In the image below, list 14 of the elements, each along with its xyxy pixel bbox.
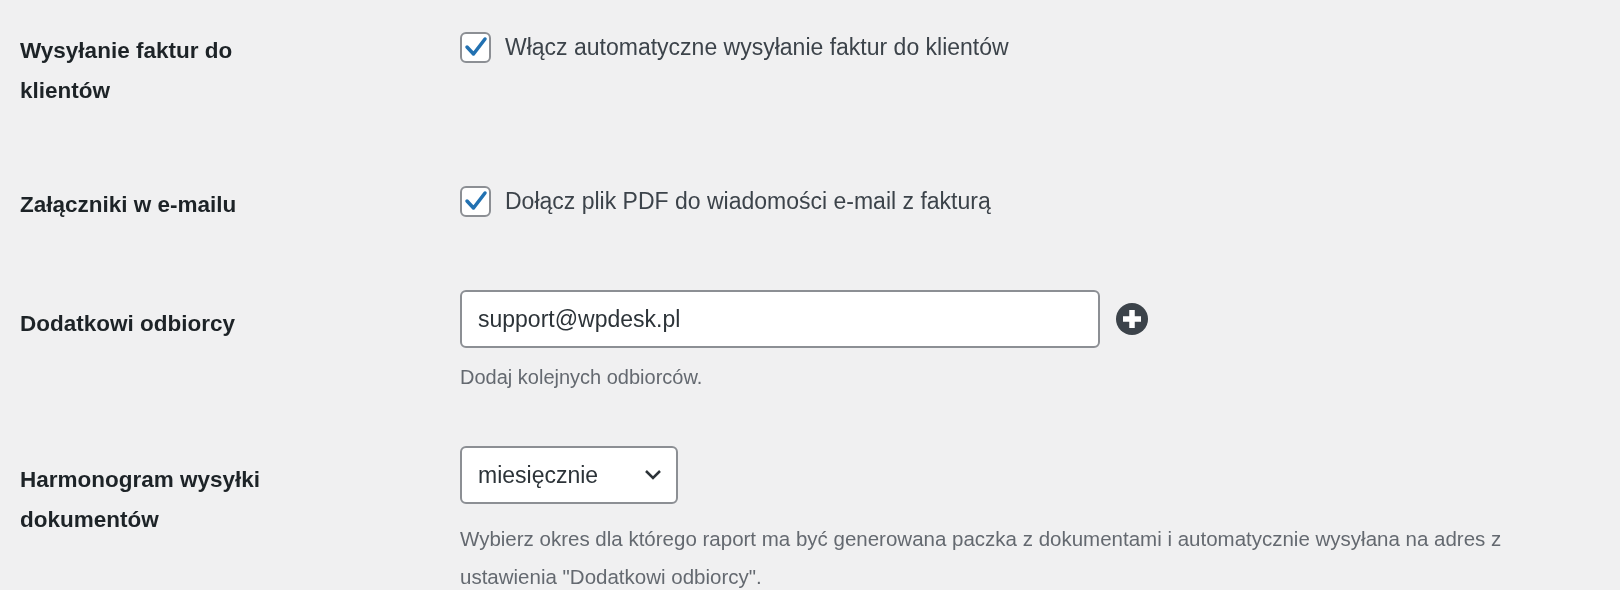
- field-description: Dodaj kolejnych odbiorców.: [460, 365, 704, 390]
- field-description: Wybierz okres dla którego raport ma być generowana paczka z dokumentami i automatycznie wysyłana na adres z ustawienia "Dodatkowi odbiorcy".: [460, 526, 1503, 590]
- chevron-down-icon: [644, 469, 662, 481]
- setting-label: Harmonogram wysyłki dokumentów: [20, 466, 262, 534]
- setting-label: Załączniki w e-mailu: [20, 191, 238, 219]
- email-field[interactable]: support@wpdesk.pl: [460, 290, 1100, 348]
- setting-label: Wysyłanie faktur do klientów: [20, 37, 234, 105]
- period-select[interactable]: miesięcznie: [460, 446, 678, 504]
- checkbox-label: Włącz automatyczne wysyłanie faktur do klientów: [505, 32, 1009, 62]
- add-icon[interactable]: [1116, 303, 1148, 335]
- setting-label: Dodatkowi odbiorcy: [20, 310, 236, 338]
- checkbox[interactable]: [460, 185, 491, 217]
- checkbox[interactable]: [460, 31, 491, 63]
- checkbox-label: Dołącz plik PDF do wiadomości e-mail z fakturą: [505, 186, 991, 216]
